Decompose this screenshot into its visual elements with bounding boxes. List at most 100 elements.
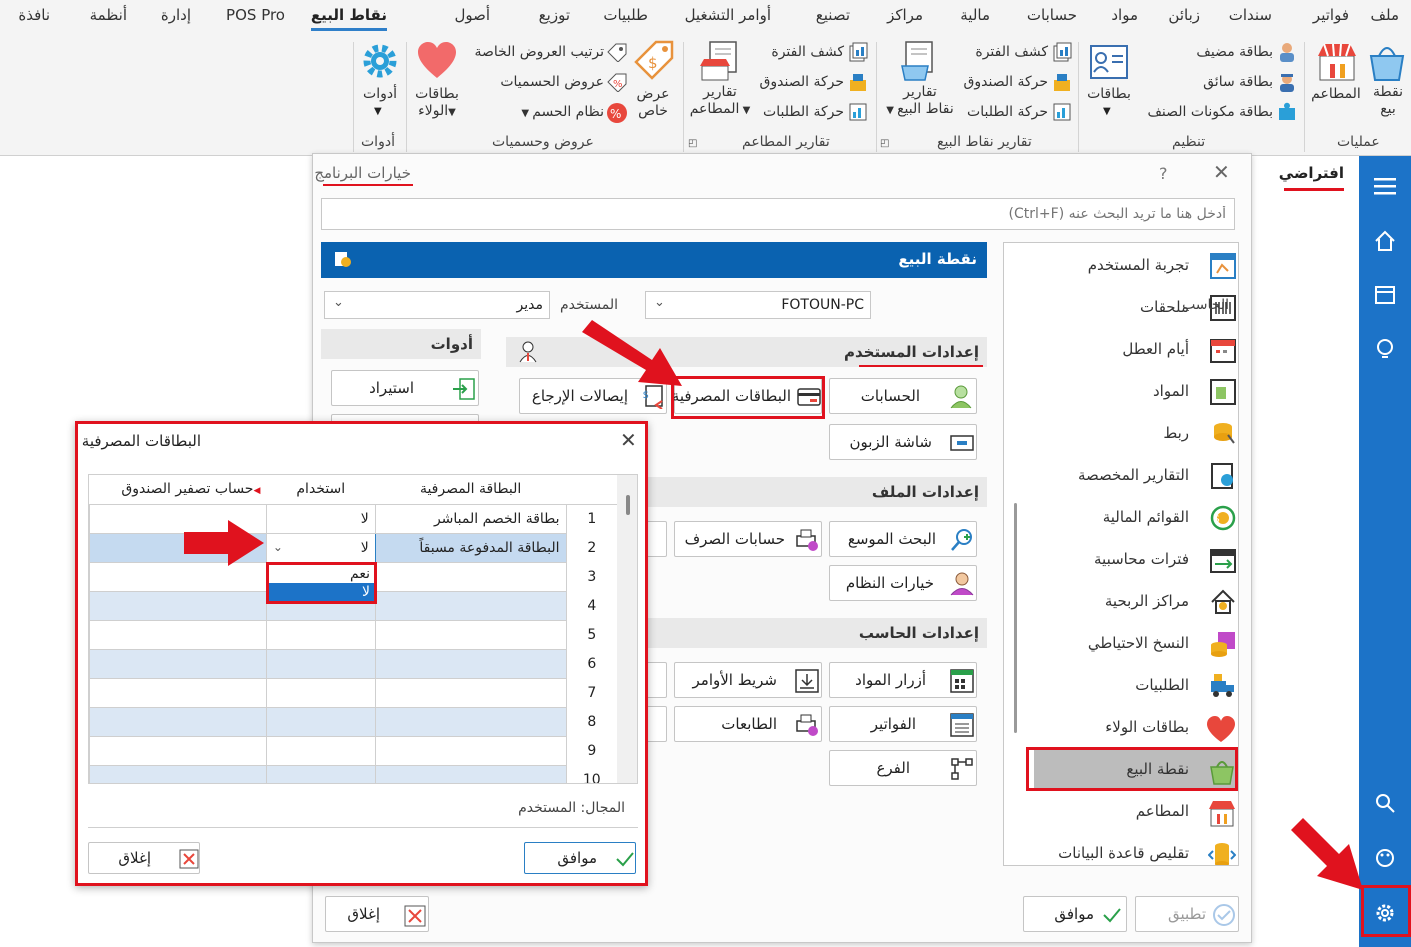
menu-tab-pos-pro[interactable]: POS Pro <box>226 6 285 24</box>
nav-item-financial-statements[interactable]: $ القوائم المالية <box>1034 497 1238 539</box>
user-select[interactable]: مدير ⌄ <box>324 291 550 319</box>
nav-item-restaurants[interactable]: المطاعم <box>1034 791 1238 833</box>
nav-scrollbar[interactable] <box>1014 503 1017 733</box>
calendar-icon[interactable] <box>1359 274 1411 314</box>
restaurant-orders-movement-button[interactable]: حركة الطلبات <box>763 104 844 120</box>
driver-card-button[interactable]: بطاقة سائق <box>1203 74 1273 90</box>
special-offers-order-button[interactable]: ترتيب العروض الخاصة <box>474 44 604 60</box>
nav-item-loyalty-cards[interactable]: بطاقات الولاء <box>1034 707 1238 749</box>
item-buttons-button[interactable]: أزرار المواد <box>829 662 977 698</box>
menu-tab-assets[interactable]: أصول <box>454 6 490 24</box>
gear-icon[interactable] <box>361 42 399 80</box>
special-offer-button-label[interactable]: عرض خاص <box>630 86 676 120</box>
ok-button[interactable]: موافق <box>1023 896 1127 932</box>
table-row[interactable]: لا بطاقة الخصم المباشر 1 <box>89 503 618 534</box>
menu-tab-invoices[interactable]: فواتير <box>1313 6 1349 24</box>
column-header-use[interactable]: استخدام <box>266 475 376 505</box>
menu-tab-customers[interactable]: زبائن <box>1168 6 1200 24</box>
menu-tab-distribution[interactable]: توزيع <box>539 6 570 24</box>
use-cell[interactable]: لا <box>265 503 376 534</box>
menu-tab-vouchers[interactable]: سندات <box>1229 6 1272 24</box>
column-header-bank-card[interactable]: البطاقة المصرفية <box>375 475 567 505</box>
menu-tab-pos[interactable]: نقاط البيع <box>310 6 387 31</box>
column-header-reset-account[interactable]: ◀حساب تصفير الصندوق <box>89 475 267 505</box>
menu-tab-accounts[interactable]: حسابات <box>1027 6 1077 24</box>
dropdown-option-no[interactable]: لا <box>269 583 374 601</box>
nav-item-accounting-periods[interactable]: فترات محاسبية <box>1034 539 1238 581</box>
card-name-cell[interactable]: بطاقة الخصم المباشر <box>374 503 567 534</box>
guest-card-button[interactable]: بطاقة مضيف <box>1196 44 1273 60</box>
pos-reports-button-label[interactable]: تقارير نقاط البيع ▼ <box>884 84 956 119</box>
invoices-button[interactable]: الفواتير <box>829 706 977 742</box>
menu-tab-work-orders[interactable]: أوامر التشغيل <box>685 6 771 24</box>
pos-basket-icon[interactable] <box>1367 40 1407 82</box>
restaurant-icon[interactable] <box>1316 40 1358 82</box>
lightbulb-icon[interactable] <box>1359 329 1411 369</box>
dropdown-option-yes[interactable]: نعم <box>269 565 374 583</box>
pos-reports-icon[interactable] <box>898 40 940 82</box>
menu-tab-manufacturing[interactable]: تصنيع <box>816 6 850 24</box>
table-row[interactable]: 5 <box>89 619 618 650</box>
expand-group-icon[interactable]: ◰ <box>688 138 697 149</box>
exchange-accounts-button[interactable]: حسابات الصرف <box>674 521 822 557</box>
nav-item-items[interactable]: المواد <box>1034 371 1238 413</box>
advanced-search-button[interactable]: البحث الموسع <box>829 521 977 557</box>
accounts-button[interactable]: الحسابات <box>829 378 977 414</box>
nav-item-shrink-database[interactable]: تقليص قاعدة البيانات <box>1034 833 1238 865</box>
expand-group-icon[interactable]: ◰ <box>880 138 889 149</box>
card-name-cell[interactable]: البطاقة المدفوعة مسبقاً <box>374 532 567 563</box>
heart-icon[interactable] <box>416 40 458 82</box>
special-offer-icon[interactable]: $ <box>632 38 676 84</box>
grid-scrollbar[interactable] <box>617 475 637 783</box>
close-x-icon[interactable]: ✕ <box>620 428 637 452</box>
nav-item-holidays[interactable]: أيام العطل <box>1034 329 1238 371</box>
table-row[interactable]: لا ⌄ البطاقة المدفوعة مسبقاً 2 <box>89 532 617 563</box>
restaurant-reports-icon[interactable] <box>698 40 742 82</box>
nav-item-custom-reports[interactable]: التقارير المخصصة <box>1034 455 1238 497</box>
restaurants-button-label[interactable]: المطاعم <box>1308 86 1364 103</box>
loyalty-cards-button-label[interactable]: بطاقات ▼الولاء <box>410 86 464 121</box>
table-row[interactable]: 6 <box>89 648 617 679</box>
orders-movement-button[interactable]: حركة الطلبات <box>967 104 1048 120</box>
menu-tab-window[interactable]: نافذة <box>18 6 50 24</box>
bank-close-button[interactable]: إغلاق <box>88 842 200 874</box>
discount-offers-button[interactable]: عروض الحسميات <box>500 74 604 90</box>
default-tab[interactable]: افتراضي <box>1270 156 1358 196</box>
nav-item-backup[interactable]: النسخ الاحتياطي <box>1034 623 1238 665</box>
menu-tab-centers[interactable]: مراكز <box>887 6 923 24</box>
nav-item-user-experience[interactable]: تجربة المستخدم <box>1034 245 1238 287</box>
help-button[interactable]: ? <box>1159 164 1168 183</box>
hamburger-menu-icon[interactable] <box>1359 166 1411 206</box>
system-options-button[interactable]: خيارات النظام <box>829 565 977 601</box>
pos-button-label[interactable]: نقطة بيع <box>1368 84 1408 118</box>
period-statement-button[interactable]: كشف الفترة <box>975 44 1048 60</box>
menu-tab-file[interactable]: ملف <box>1370 6 1399 24</box>
user-settings-icon[interactable] <box>333 250 353 270</box>
menu-tab-items[interactable]: مواد <box>1111 6 1138 24</box>
command-bar-button[interactable]: شريط الأوامر <box>674 662 822 698</box>
printers-button[interactable]: الطابعات <box>674 706 822 742</box>
bank-ok-button[interactable]: موافق <box>524 842 636 874</box>
table-row[interactable]: 10 <box>89 764 617 783</box>
discount-system-button[interactable]: نظام الحسم ▼ <box>521 104 604 120</box>
search-input[interactable] <box>321 198 1235 230</box>
import-button[interactable]: استيراد <box>331 370 479 406</box>
restaurant-reports-button-label[interactable]: تقارير ▼ المطاعم <box>684 84 756 119</box>
id-cards-icon[interactable] <box>1088 42 1130 82</box>
menu-tab-orders[interactable]: طلبيات <box>603 6 648 24</box>
apply-button[interactable]: تطبيق <box>1135 896 1239 932</box>
table-row[interactable]: 7 <box>89 677 618 708</box>
close-button[interactable]: إغلاق <box>325 896 429 932</box>
cards-button-label[interactable]: بطاقات <box>1082 86 1136 103</box>
computer-select[interactable]: FOTOUN-PC ⌄ <box>645 291 871 319</box>
menu-tab-finance[interactable]: مالية <box>960 6 990 24</box>
restaurant-period-statement-button[interactable]: كشف الفترة <box>771 44 844 60</box>
nav-item-profit-centers[interactable]: مراكز الربحية <box>1034 581 1238 623</box>
table-row[interactable]: 8 <box>89 706 617 737</box>
nav-item-link[interactable]: ربط <box>1034 413 1238 455</box>
menu-tab-admin[interactable]: إدارة <box>161 6 191 24</box>
branch-button[interactable]: الفرع <box>829 750 977 786</box>
home-icon[interactable] <box>1359 221 1411 261</box>
table-row[interactable]: 9 <box>89 735 618 766</box>
close-x-icon[interactable]: ✕ <box>1213 160 1230 184</box>
